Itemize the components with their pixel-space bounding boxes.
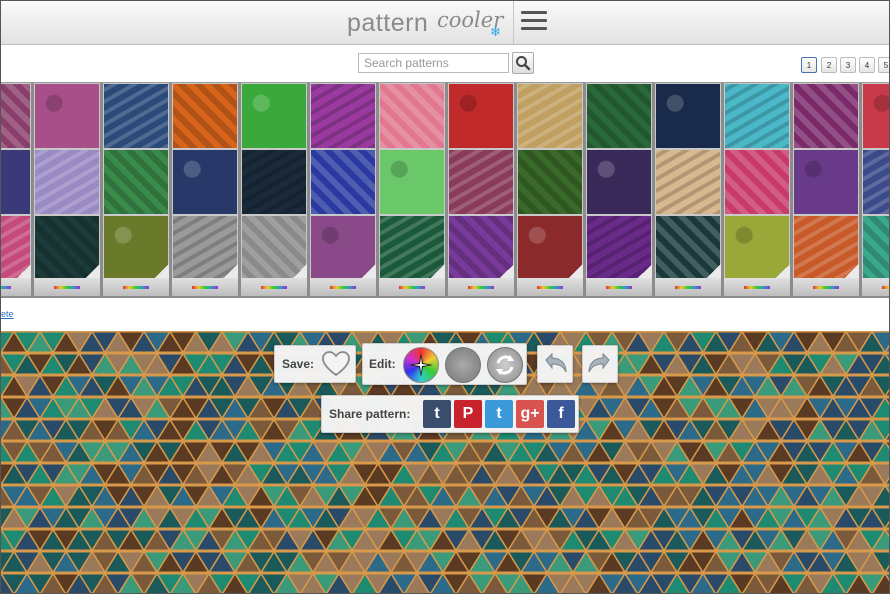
color-palette-bar[interactable]: [379, 278, 445, 296]
pattern-thumbnail[interactable]: [1, 150, 30, 214]
pattern-thumbnail[interactable]: [725, 84, 789, 148]
page-3-button[interactable]: 3: [840, 57, 856, 73]
pattern-thumbnail[interactable]: [863, 216, 889, 280]
pattern-thumbnail[interactable]: [1, 84, 30, 148]
pattern-thumbnail[interactable]: [35, 84, 99, 148]
color-palette-bar[interactable]: [172, 278, 238, 296]
facebook-share-button[interactable]: f: [547, 400, 575, 428]
pattern-column: [724, 83, 790, 296]
pattern-column: [655, 83, 721, 296]
pattern-thumbnail[interactable]: [863, 84, 889, 148]
texture-edit-button[interactable]: [445, 347, 481, 383]
info-strip: ete: [1, 298, 889, 331]
pattern-thumbnail[interactable]: [104, 84, 168, 148]
pattern-column: [793, 83, 859, 296]
pattern-thumbnail[interactable]: [380, 150, 444, 214]
color-palette-bar[interactable]: [655, 278, 721, 296]
pattern-thumbnail[interactable]: [863, 150, 889, 214]
header-divider: [513, 1, 514, 44]
undo-button[interactable]: [537, 345, 573, 383]
pattern-thumbnail[interactable]: [794, 84, 858, 148]
color-palette-bar[interactable]: [241, 278, 307, 296]
pattern-column: [103, 83, 169, 296]
search-icon: [516, 56, 531, 71]
refresh-icon: [496, 355, 514, 375]
color-palette-bar[interactable]: [310, 278, 376, 296]
heart-icon[interactable]: [321, 350, 351, 378]
pattern-thumbnail[interactable]: [449, 84, 513, 148]
twitter-share-button[interactable]: t: [485, 400, 513, 428]
pattern-column: [379, 83, 445, 296]
share-toolbar: Share pattern: t Pt g+ f: [321, 395, 579, 433]
page-5-button[interactable]: 5: [878, 57, 889, 73]
pattern-thumbnail[interactable]: [242, 84, 306, 148]
pattern-column: [1, 83, 31, 296]
sparkle-icon: [409, 353, 433, 377]
snowflake-icon: ❄: [490, 24, 501, 39]
page-4-button[interactable]: 4: [859, 57, 875, 73]
pattern-gallery: [1, 82, 889, 299]
share-label: Share pattern:: [329, 407, 411, 421]
page-2-button[interactable]: 2: [821, 57, 837, 73]
color-palette-bar[interactable]: [103, 278, 169, 296]
pattern-thumbnail[interactable]: [587, 150, 651, 214]
color-palette-bar[interactable]: [1, 278, 31, 296]
info-link[interactable]: ete: [1, 309, 14, 319]
pattern-thumbnail[interactable]: [587, 84, 651, 148]
page-1-button[interactable]: 1: [801, 57, 817, 73]
color-palette-bar[interactable]: [517, 278, 583, 296]
search-input[interactable]: Search patterns: [358, 53, 509, 73]
color-palette-bar[interactable]: [34, 278, 100, 296]
pattern-thumbnail[interactable]: [794, 150, 858, 214]
color-palette-bar[interactable]: [862, 278, 889, 296]
pattern-column: [241, 83, 307, 296]
pattern-thumbnail[interactable]: [311, 150, 375, 214]
color-palette-bar[interactable]: [793, 278, 859, 296]
tumblr-share-button[interactable]: t: [423, 400, 451, 428]
pattern-thumbnail[interactable]: [173, 150, 237, 214]
pattern-cooler-logo[interactable]: pattern cooler ❄: [347, 7, 507, 39]
pattern-thumbnail[interactable]: [380, 84, 444, 148]
pattern-thumbnail[interactable]: [656, 84, 720, 148]
pattern-thumbnail[interactable]: [518, 150, 582, 214]
pattern-column: [448, 83, 514, 296]
app-frame: pattern cooler ❄ Search patterns 1 2 3 4…: [0, 0, 890, 594]
edit-label: Edit:: [369, 357, 396, 371]
pattern-column: [517, 83, 583, 296]
pattern-thumbnail[interactable]: [518, 84, 582, 148]
color-edit-button[interactable]: [403, 347, 439, 383]
redo-icon: [588, 352, 610, 373]
google-plus-share-button[interactable]: g+: [516, 400, 544, 428]
pattern-thumbnail[interactable]: [104, 150, 168, 214]
pattern-thumbnail[interactable]: [242, 150, 306, 214]
pattern-column: [862, 83, 889, 296]
pattern-thumbnail[interactable]: [725, 150, 789, 214]
top-header: pattern cooler ❄: [1, 1, 889, 45]
pinterest-share-button[interactable]: P: [454, 400, 482, 428]
pattern-column: [172, 83, 238, 296]
randomize-button[interactable]: [487, 347, 523, 383]
pattern-thumbnail[interactable]: [173, 84, 237, 148]
color-palette-bar[interactable]: [586, 278, 652, 296]
logo-text: pattern: [347, 9, 429, 37]
save-label: Save:: [282, 357, 315, 371]
color-palette-bar[interactable]: [724, 278, 790, 296]
pattern-column: [586, 83, 652, 296]
pattern-thumbnail[interactable]: [449, 150, 513, 214]
pattern-column: [310, 83, 376, 296]
hamburger-icon[interactable]: [521, 11, 547, 33]
pattern-thumbnail[interactable]: [656, 150, 720, 214]
save-toolbar: Save:: [274, 345, 356, 383]
pattern-thumbnail[interactable]: [311, 84, 375, 148]
pattern-column: [34, 83, 100, 296]
color-palette-bar[interactable]: [448, 278, 514, 296]
undo-icon: [545, 352, 567, 373]
edit-toolbar: Edit:: [362, 343, 527, 385]
pattern-thumbnail[interactable]: [35, 150, 99, 214]
redo-button[interactable]: [582, 345, 618, 383]
search-button[interactable]: [512, 52, 534, 74]
